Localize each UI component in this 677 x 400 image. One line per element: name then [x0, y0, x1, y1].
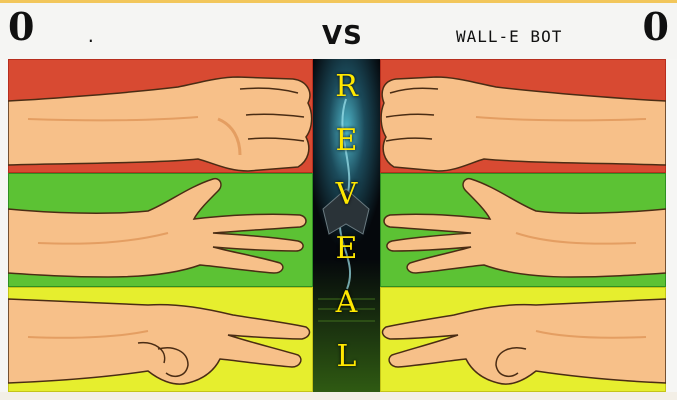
player-paper-lane[interactable]	[8, 173, 313, 287]
open-hand-icon	[380, 173, 666, 287]
scissors-hand-icon	[380, 287, 666, 392]
vs-label: VS	[322, 21, 363, 51]
opponent-score: 0	[642, 4, 669, 49]
opponent-scissors-lane	[380, 287, 666, 392]
player-score: 0	[8, 4, 35, 49]
reveal-button[interactable]: R E V E A L	[313, 59, 380, 392]
open-hand-icon	[8, 173, 313, 287]
reveal-letter: V	[335, 177, 358, 212]
player-scissors-lane[interactable]	[8, 287, 313, 392]
reveal-letter: A	[335, 285, 358, 320]
scoreboard: 0 . VS WALL-E BOT 0	[0, 3, 677, 59]
opponent-name: WALL-E BOT	[456, 27, 563, 46]
bottom-border	[0, 392, 677, 400]
scissors-hand-icon	[8, 287, 313, 392]
player-rock-lane[interactable]	[8, 59, 313, 173]
reveal-letter: R	[335, 69, 358, 104]
reveal-letter: E	[335, 231, 358, 266]
fist-icon	[380, 59, 666, 173]
reveal-letter: E	[335, 123, 358, 158]
opponent-rock-lane	[380, 59, 666, 173]
reveal-letter: L	[336, 339, 357, 374]
fist-icon	[8, 59, 313, 173]
player-name: .	[86, 27, 97, 46]
opponent-paper-lane	[380, 173, 666, 287]
